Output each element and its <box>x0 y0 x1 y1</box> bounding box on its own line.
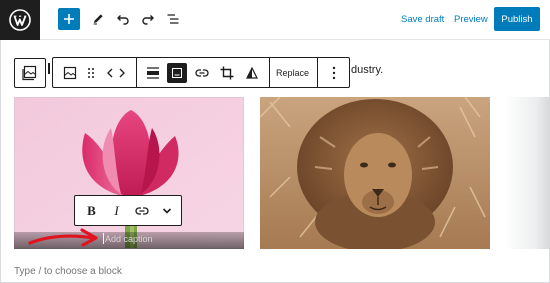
annotation-arrow-icon <box>28 228 98 247</box>
preview-button[interactable]: Preview <box>454 14 488 25</box>
editor-header: Save draft Preview Publish <box>0 0 550 40</box>
filter-button[interactable] <box>240 58 264 87</box>
crop-icon <box>220 66 234 79</box>
toolbar-divider <box>317 58 318 87</box>
bold-button[interactable]: B <box>79 196 104 225</box>
paragraph-text[interactable]: dustry. <box>351 64 383 76</box>
gallery-parent-icon <box>22 65 37 81</box>
link-button[interactable] <box>129 196 154 225</box>
gallery-image-partial[interactable] <box>505 97 550 249</box>
undo-button[interactable] <box>113 9 133 29</box>
drag-handle-icon <box>88 67 94 78</box>
plus-icon <box>64 14 74 24</box>
format-toolbar: B I <box>74 195 182 226</box>
list-view-icon <box>167 14 179 24</box>
more-format-button[interactable] <box>154 196 179 225</box>
tools-button[interactable] <box>88 9 108 29</box>
publish-button[interactable]: Publish <box>494 7 540 31</box>
add-block-button[interactable] <box>58 8 80 30</box>
crop-button[interactable] <box>215 58 239 87</box>
align-button[interactable] <box>141 58 165 87</box>
align-icon <box>147 66 159 79</box>
full-width-button[interactable] <box>165 58 189 87</box>
undo-icon <box>117 15 129 25</box>
link-button[interactable] <box>190 58 214 87</box>
italic-button[interactable]: I <box>104 196 129 225</box>
image-block-icon <box>63 66 77 79</box>
block-type-button[interactable] <box>59 58 81 87</box>
block-toolbar: Replace <box>52 57 350 88</box>
pencil-icon <box>93 14 103 25</box>
full-width-icon <box>172 67 182 78</box>
toolbar-divider <box>136 58 137 87</box>
more-options-button[interactable] <box>321 58 347 87</box>
link-icon <box>195 68 209 77</box>
caption-input[interactable]: Add caption <box>105 234 153 244</box>
lion-image <box>260 97 490 249</box>
block-placeholder[interactable]: Type / to choose a block <box>14 266 122 277</box>
select-parent-button[interactable] <box>14 58 46 88</box>
gallery-image-lion[interactable] <box>260 97 490 249</box>
text-cursor <box>103 233 104 244</box>
replace-label: Replace <box>275 67 310 78</box>
wordpress-logo-icon[interactable] <box>0 0 40 40</box>
filter-icon <box>246 66 258 79</box>
redo-icon <box>142 15 154 25</box>
save-draft-button[interactable]: Save draft <box>401 14 444 25</box>
link-icon <box>134 206 149 215</box>
move-buttons[interactable] <box>103 58 129 87</box>
drag-handle[interactable] <box>83 58 99 87</box>
move-arrows-icon <box>107 68 125 77</box>
toolbar-divider <box>48 63 50 74</box>
chevron-down-icon <box>162 207 171 214</box>
replace-button[interactable]: Replace <box>270 58 315 87</box>
more-options-icon <box>332 66 336 79</box>
list-view-button[interactable] <box>163 9 183 29</box>
redo-button[interactable] <box>138 9 158 29</box>
